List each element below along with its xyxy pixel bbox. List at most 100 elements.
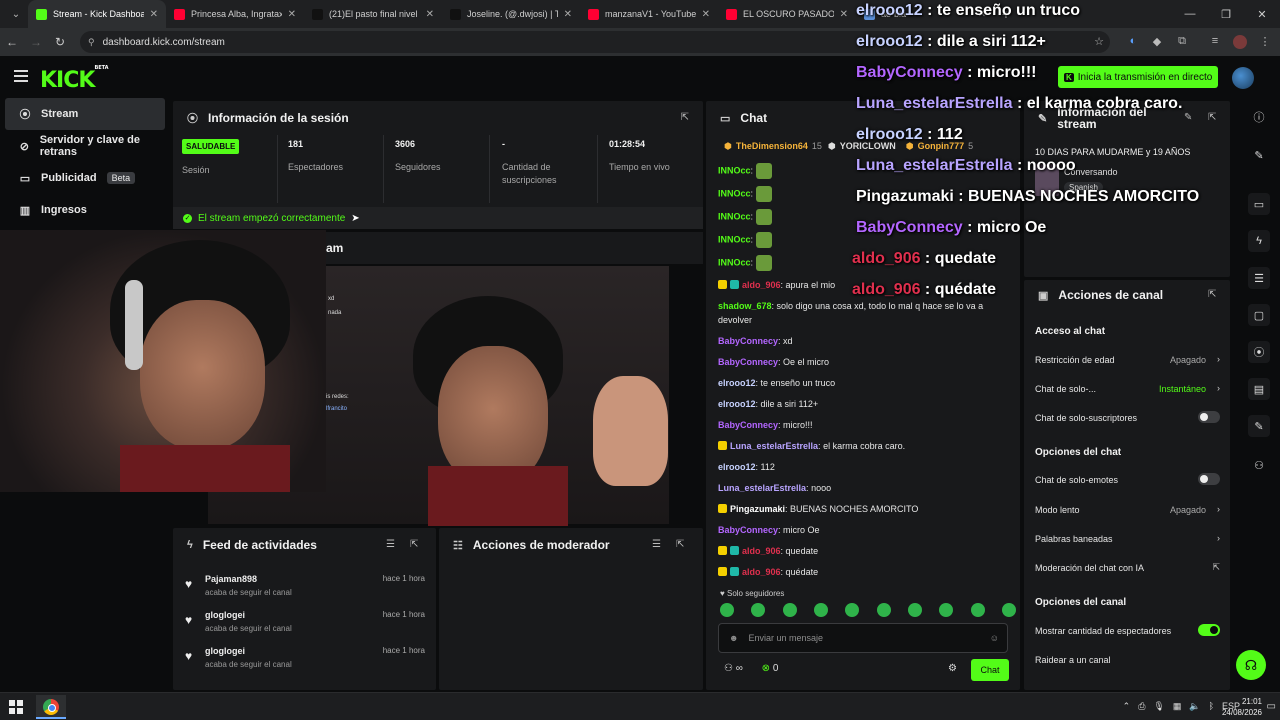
kick-logo[interactable]: KICKBETA — [40, 65, 109, 93]
bolt-icon[interactable]: ϟ — [1248, 230, 1270, 252]
chat-username[interactable]: Pingazumaki — [730, 504, 785, 514]
browser-tab[interactable]: Joseline. (@.dwjosi) | TikT ✕ — [442, 0, 580, 28]
edit-icon[interactable]: ✎ — [1248, 144, 1270, 166]
users-icon[interactable]: ⚇ — [724, 663, 733, 674]
feed-username[interactable]: gloglogei — [205, 610, 245, 620]
smiley-icon[interactable]: ☺ — [990, 633, 999, 643]
chevron-up-icon[interactable]: ⌃ — [1123, 701, 1131, 712]
popout-icon[interactable]: ⇱ — [676, 539, 684, 550]
chat-username[interactable]: BabyConnecy — [718, 525, 778, 535]
emotes-only-toggle[interactable] — [1198, 473, 1220, 485]
popout-icon[interactable]: ⇱ — [1208, 289, 1216, 300]
kick-points-icon[interactable]: ⊗ — [762, 663, 770, 674]
chat-username[interactable]: BabyConnecy — [718, 336, 778, 346]
quick-emote-icon[interactable] — [782, 603, 797, 617]
quick-emote-icon[interactable] — [970, 603, 985, 617]
feed-username[interactable]: Pajaman898 — [205, 574, 257, 584]
media-control-icon[interactable]: ≡ — [1208, 35, 1222, 49]
quick-emote-icon[interactable] — [876, 603, 891, 617]
menu-icon[interactable] — [14, 70, 28, 82]
raid-row[interactable]: Raidear a un canal — [1035, 655, 1220, 665]
browser-menu-icon[interactable]: ⋮ — [1258, 35, 1272, 49]
banned-words-row[interactable]: Palabras baneadas › — [1035, 533, 1220, 544]
chat-username[interactable]: BabyConnecy — [718, 357, 778, 367]
feed-username[interactable]: gloglogei — [205, 646, 245, 656]
followers-only-row[interactable]: Chat de solo-... Instantáneo › — [1035, 383, 1220, 394]
gifter-item[interactable]: ⬢ TheDimension64 15 — [724, 141, 822, 152]
clock[interactable]: 21:01 24/08/2026 — [1222, 696, 1262, 718]
quick-emote-icon[interactable] — [907, 603, 922, 617]
popout-icon[interactable]: ⇱ — [681, 112, 689, 123]
tab-close-icon[interactable]: ✕ — [840, 9, 848, 20]
browser-tab[interactable]: a8-bla ✕ — [856, 0, 994, 28]
quick-emote-icon[interactable] — [845, 603, 860, 617]
chat-icon[interactable]: ▢ — [1248, 304, 1270, 326]
chat-username[interactable]: BabyConnecy — [718, 420, 778, 430]
go-live-button[interactable]: K Inicia la transmisión en directo — [1058, 66, 1218, 88]
new-tab-button[interactable]: + — [994, 6, 1018, 22]
infinity-icon[interactable]: ∞ — [736, 663, 743, 674]
calendar-icon[interactable]: ▤ — [1248, 378, 1270, 400]
info-icon[interactable]: ⓘ — [1248, 106, 1270, 128]
extension-icon[interactable]: ◐ — [1126, 35, 1140, 49]
close-window-icon[interactable]: ✕ — [1244, 8, 1280, 21]
profile-icon[interactable] — [1233, 35, 1247, 49]
browser-tab[interactable]: Stream - Kick Dashboard ✕ — [28, 0, 166, 28]
tab-close-icon[interactable]: ✕ — [564, 9, 572, 20]
sidebar-item-link[interactable]: ⊘ Servidor y clave de retrans — [5, 130, 165, 162]
chat-input[interactable]: ☻ Enviar un mensaje ☺ — [718, 623, 1008, 653]
filter-icon[interactable]: ☰ — [652, 539, 661, 550]
chat-username[interactable]: INNOcc — [718, 234, 751, 244]
browser-tab[interactable]: Princesa Alba, Ingratax, K ✕ — [166, 0, 304, 28]
network-icon[interactable]: ▦ — [1173, 701, 1182, 712]
emote-picker-icon[interactable]: ☻ — [729, 633, 738, 643]
quick-emote-icon[interactable] — [751, 603, 766, 617]
chat-username[interactable]: aldo_906 — [742, 280, 781, 290]
list-icon[interactable]: ☰ — [1248, 267, 1270, 289]
radio-icon[interactable]: ⦿ — [1248, 341, 1270, 363]
chat-username[interactable]: shadow_678 — [718, 301, 772, 311]
popout-icon[interactable]: ⇱ — [410, 539, 418, 550]
tab-close-icon[interactable]: ✕ — [978, 9, 986, 20]
sidebar-item-tv[interactable]: ▭ Publicidad Beta — [5, 162, 165, 194]
volume-icon[interactable]: 🔈 — [1189, 701, 1200, 712]
site-info-icon[interactable]: ⚲ — [88, 37, 95, 48]
extensions-puzzle-icon[interactable]: ⧉ — [1175, 35, 1189, 49]
user-avatar[interactable] — [1232, 67, 1254, 89]
chat-username[interactable]: INNOcc — [718, 211, 751, 221]
edit-pencil-icon[interactable]: ✎ — [1184, 112, 1192, 123]
sidebar-item-chart[interactable]: ▥ Ingresos — [5, 194, 165, 226]
browser-tab[interactable]: manzanaV1 - YouTube ✕ — [580, 0, 718, 28]
age-restriction-row[interactable]: Restricción de edad Apagado › — [1035, 354, 1220, 365]
chat-username[interactable]: aldo_906 — [742, 546, 781, 556]
back-icon[interactable]: ← — [0, 35, 24, 49]
bluetooth-icon[interactable]: ᛒ — [1209, 701, 1214, 712]
users-icon[interactable]: ⚇ — [1248, 454, 1270, 476]
quick-emote-icon[interactable] — [720, 603, 734, 617]
chat-username[interactable]: INNOcc — [718, 165, 751, 175]
filter-icon[interactable]: ☰ — [386, 539, 395, 550]
settings-gear-icon[interactable]: ⚙ — [948, 663, 957, 674]
chat-username[interactable]: aldo_906 — [742, 567, 781, 577]
show-viewers-toggle[interactable] — [1198, 624, 1220, 636]
monitor-icon[interactable]: ▭ — [1248, 193, 1270, 215]
reload-icon[interactable]: ↻ — [48, 35, 72, 49]
tab-close-icon[interactable]: ✕ — [702, 9, 710, 20]
chat-username[interactable]: elrooo12 — [718, 462, 756, 472]
chat-username[interactable]: Luna_estelarEstrella — [730, 441, 818, 451]
forward-icon[interactable]: → — [24, 35, 48, 49]
minimize-icon[interactable]: — — [1172, 8, 1208, 20]
quick-emote-icon[interactable] — [813, 603, 828, 617]
chat-username[interactable]: INNOcc — [718, 188, 751, 198]
extension-icon[interactable]: ◆ — [1150, 35, 1164, 49]
slow-mode-row[interactable]: Modo lento Apagado › — [1035, 504, 1220, 515]
help-chat-icon[interactable]: ☊ — [1236, 650, 1266, 680]
tab-search-icon[interactable]: ⌄ — [4, 3, 28, 25]
gifter-item[interactable]: ⬢ Gonpin777 5 — [906, 141, 973, 152]
gifter-item[interactable]: ⬢ YORICLOWN — [828, 141, 900, 152]
browser-tab[interactable]: EL OSCURO PASADO de ✕ — [718, 0, 856, 28]
notifications-icon[interactable]: ▭ — [1267, 701, 1276, 712]
tab-close-icon[interactable]: ✕ — [426, 9, 434, 20]
usb-icon[interactable]: ⎙ — [1138, 701, 1145, 712]
chat-username[interactable]: INNOcc — [718, 257, 751, 267]
